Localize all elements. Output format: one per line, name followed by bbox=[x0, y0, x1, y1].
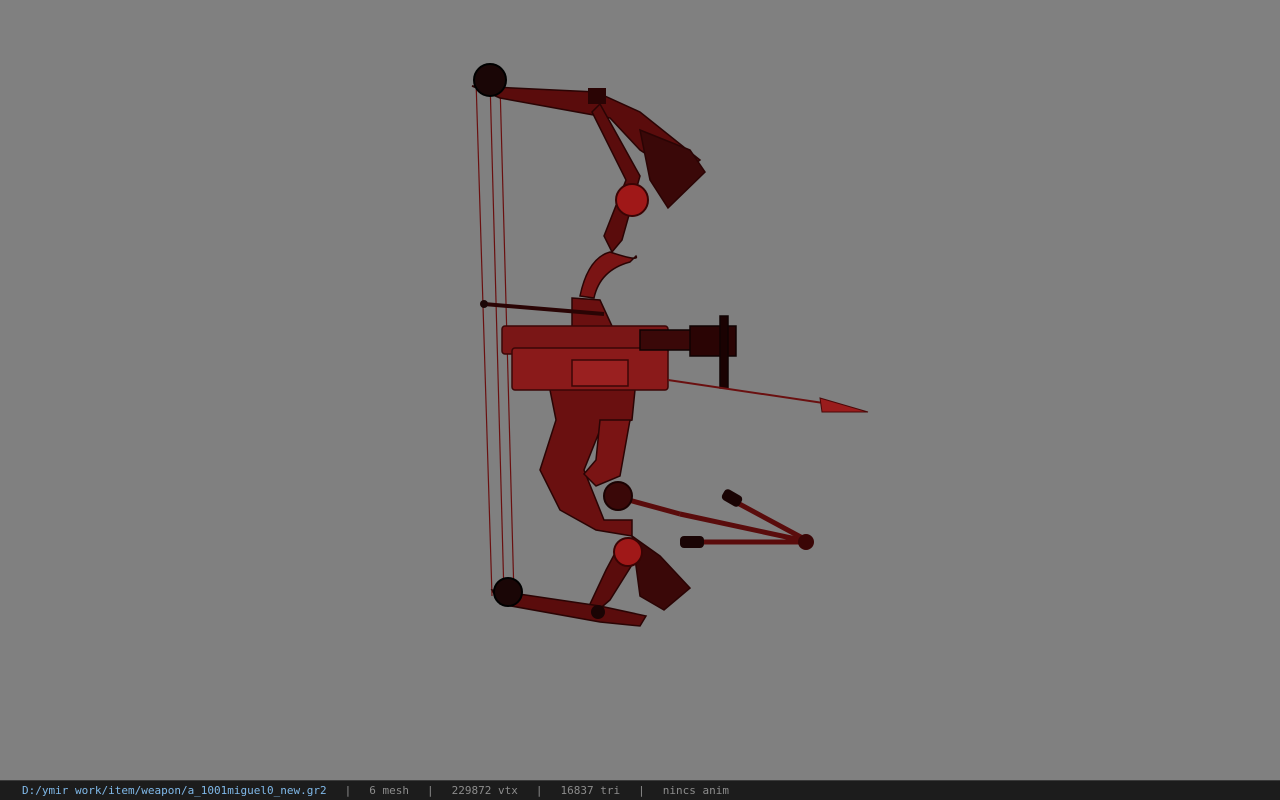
lower-pivot bbox=[613, 537, 643, 567]
rod-end-cap bbox=[480, 300, 488, 308]
lower-limb bbox=[490, 534, 692, 627]
stabilizer bbox=[613, 493, 812, 545]
file-path: D:/ymir work/item/weapon/a_1001miguel0_n… bbox=[22, 784, 327, 797]
stabilizer-mount bbox=[603, 481, 633, 511]
upper-limb-bracket bbox=[588, 88, 606, 104]
arrow-head bbox=[819, 397, 869, 413]
arrow bbox=[667, 379, 831, 405]
vertex-count: 229872 vtx bbox=[451, 784, 518, 797]
separator: | bbox=[427, 784, 434, 797]
upper-pivot bbox=[615, 183, 649, 217]
separator: | bbox=[535, 784, 543, 797]
upper-limb bbox=[471, 85, 706, 299]
lower-limb-pocket bbox=[591, 605, 605, 619]
separator: | bbox=[344, 784, 352, 797]
separator: | bbox=[638, 784, 645, 797]
animation-status: nincs anim bbox=[662, 784, 729, 797]
mesh-count: 6 mesh bbox=[369, 784, 410, 797]
triangle-count: 16837 tri bbox=[560, 784, 621, 797]
compound-bow-model-icon bbox=[471, 63, 869, 627]
status-bar: D:/ymir work/item/weapon/a_1001miguel0_n… bbox=[0, 780, 1280, 800]
lower-cam bbox=[493, 577, 523, 607]
model-viewport[interactable] bbox=[0, 0, 1280, 780]
upper-cam bbox=[473, 63, 507, 97]
